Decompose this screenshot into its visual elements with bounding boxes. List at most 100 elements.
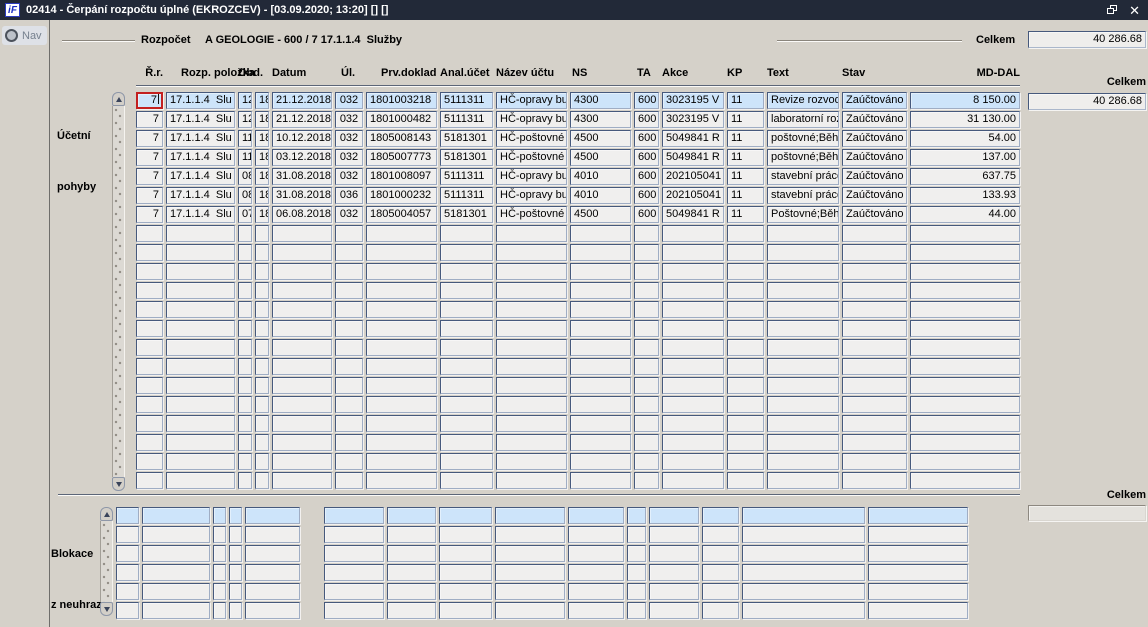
cell-empty[interactable] (634, 301, 659, 318)
cell-empty[interactable] (166, 358, 235, 375)
cell-empty[interactable] (842, 434, 907, 451)
cell-empty[interactable] (166, 301, 235, 318)
cell-stav[interactable]: Zaúčtováno (842, 168, 907, 185)
cell-empty[interactable] (272, 282, 332, 299)
cell-anal-ucet[interactable]: 5181301 (440, 149, 493, 166)
cell-empty[interactable] (767, 396, 839, 413)
blokace-cell[interactable] (324, 526, 384, 543)
cell-text[interactable]: laboratorní rozv (767, 111, 839, 128)
cell-prv-doklad[interactable]: 1805007773 (366, 149, 437, 166)
cell-empty[interactable] (166, 377, 235, 394)
cell-empty[interactable] (366, 396, 437, 413)
blokace-scrollbar[interactable] (100, 507, 113, 616)
blokace-cell[interactable] (245, 564, 300, 581)
cell-empty[interactable] (727, 415, 764, 432)
cell-empty[interactable] (272, 339, 332, 356)
cell-empty[interactable] (634, 225, 659, 242)
cell-empty[interactable] (238, 339, 252, 356)
cell-empty[interactable] (366, 358, 437, 375)
blokace-cell[interactable] (495, 526, 565, 543)
cell-empty[interactable] (166, 225, 235, 242)
cell-empty[interactable] (570, 282, 631, 299)
cell-empty[interactable] (496, 434, 567, 451)
cell-ul[interactable]: 032 (335, 92, 363, 109)
cell-empty[interactable] (634, 377, 659, 394)
cell-md-dal[interactable]: 54.00 (910, 130, 1020, 147)
cell-nazev-uctu[interactable]: HČ-opravy bu (496, 92, 567, 109)
cell-obd-rok[interactable]: 18 (255, 130, 269, 147)
cell-empty[interactable] (366, 244, 437, 261)
cell-empty[interactable] (366, 225, 437, 242)
cell-obd-mesic[interactable]: 11 (238, 130, 252, 147)
cell-empty[interactable] (440, 244, 493, 261)
cell-md-dal[interactable]: 31 130.00 (910, 111, 1020, 128)
cell-md-dal[interactable]: 137.00 (910, 149, 1020, 166)
cell-empty[interactable] (440, 301, 493, 318)
cell-empty[interactable] (366, 282, 437, 299)
cell-empty[interactable] (496, 301, 567, 318)
cell-empty[interactable] (570, 472, 631, 489)
cell-nazev-uctu[interactable]: HČ-poštovné (496, 206, 567, 223)
cell-empty[interactable] (634, 453, 659, 470)
cell-empty[interactable] (767, 358, 839, 375)
cell-empty[interactable] (255, 453, 269, 470)
blokace-cell[interactable] (868, 507, 968, 524)
cell-empty[interactable] (727, 377, 764, 394)
cell-rr[interactable]: 7 (136, 130, 163, 147)
cell-empty[interactable] (440, 396, 493, 413)
blokace-cell[interactable] (868, 545, 968, 562)
cell-stav[interactable]: Zaúčtováno (842, 130, 907, 147)
cell-obd-rok[interactable]: 18 (255, 206, 269, 223)
cell-empty[interactable] (662, 339, 724, 356)
cell-ta[interactable]: 600 (634, 187, 659, 204)
blokace-cell[interactable] (568, 564, 624, 581)
cell-empty[interactable] (767, 320, 839, 337)
cell-empty[interactable] (842, 415, 907, 432)
cell-empty[interactable] (136, 434, 163, 451)
cell-obd-mesic[interactable]: 07 (238, 206, 252, 223)
cell-empty[interactable] (255, 320, 269, 337)
scroll-down-button[interactable] (112, 477, 125, 491)
cell-empty[interactable] (727, 434, 764, 451)
cell-empty[interactable] (570, 434, 631, 451)
cell-empty[interactable] (272, 263, 332, 280)
cell-empty[interactable] (496, 244, 567, 261)
cell-rr[interactable]: 7 (136, 206, 163, 223)
cell-empty[interactable] (570, 339, 631, 356)
blokace-cell[interactable] (439, 583, 492, 600)
cell-empty[interactable] (634, 434, 659, 451)
cell-empty[interactable] (634, 282, 659, 299)
cell-ns[interactable]: 4010 (570, 168, 631, 185)
cell-empty[interactable] (166, 339, 235, 356)
cell-text[interactable]: stavební práce (767, 168, 839, 185)
cell-empty[interactable] (255, 434, 269, 451)
blokace-cell[interactable] (229, 526, 242, 543)
cell-akce[interactable]: 202105041 (662, 187, 724, 204)
blokace-cell[interactable] (495, 564, 565, 581)
cell-empty[interactable] (136, 358, 163, 375)
blokace-cell[interactable] (568, 583, 624, 600)
blokace-cell[interactable] (742, 583, 865, 600)
cell-prv-doklad[interactable]: 1805004057 (366, 206, 437, 223)
cell-empty[interactable] (255, 415, 269, 432)
cell-obd-rok[interactable]: 18 (255, 111, 269, 128)
scrollbar-track[interactable] (100, 521, 113, 602)
cell-empty[interactable] (272, 244, 332, 261)
blokace-cell[interactable] (213, 526, 226, 543)
blokace-cell[interactable] (649, 507, 699, 524)
cell-empty[interactable] (366, 434, 437, 451)
cell-obd-rok[interactable]: 18 (255, 168, 269, 185)
blokace-cell[interactable] (439, 507, 492, 524)
blokace-cell[interactable] (627, 545, 646, 562)
cell-datum[interactable]: 03.12.2018 (272, 149, 332, 166)
cell-empty[interactable] (662, 282, 724, 299)
cell-empty[interactable] (727, 472, 764, 489)
cell-nazev-uctu[interactable]: HČ-opravy bu (496, 187, 567, 204)
cell-empty[interactable] (335, 320, 363, 337)
cell-stav[interactable]: Zaúčtováno (842, 111, 907, 128)
cell-nazev-uctu[interactable]: HČ-poštovné (496, 130, 567, 147)
cell-empty[interactable] (727, 225, 764, 242)
cell-empty[interactable] (366, 263, 437, 280)
cell-empty[interactable] (662, 396, 724, 413)
blokace-cell[interactable] (229, 545, 242, 562)
